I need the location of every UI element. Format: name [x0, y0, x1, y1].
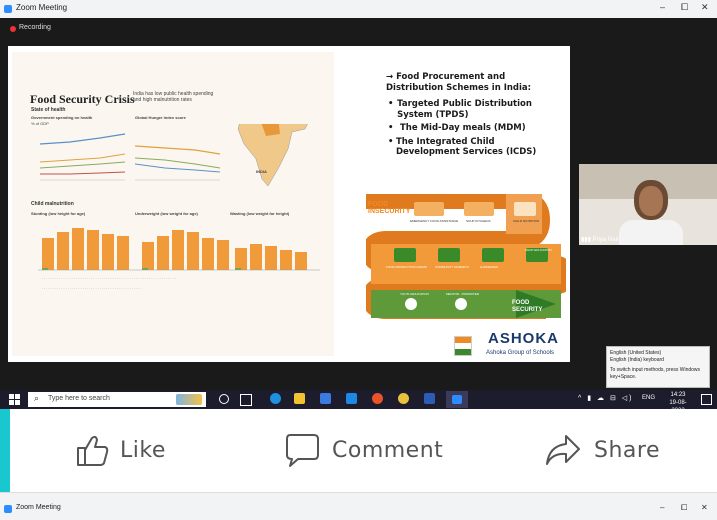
task-view-icon[interactable]	[240, 394, 252, 406]
file-explorer-icon[interactable]	[294, 393, 305, 404]
chrome-icon[interactable]	[398, 393, 409, 404]
comment-label: Comment	[332, 438, 444, 463]
minimize-button[interactable]: –	[660, 503, 664, 512]
window-title: Zoom Meeting	[16, 504, 61, 511]
emergency-food-label: EMERGENCY FOOD ASSISTANCE	[410, 219, 459, 223]
share-arrow-icon	[546, 435, 580, 465]
recording-icon	[10, 26, 16, 32]
food-insecurity-label: FOOD INSECURITY	[368, 201, 411, 215]
svg-text:· · · · · · · · · · · · · · ·: · · · · · · · · · · · · · · · · · · · · …	[42, 277, 176, 281]
zoom-title-bar: Zoom Meeting – ⧠ ✕	[0, 0, 717, 19]
soup-kitchens-label: SOUP KITCHENS	[466, 219, 491, 223]
thumbs-up-icon	[77, 435, 109, 466]
search-placeholder: Type here to search	[48, 395, 110, 402]
store-icon[interactable]	[320, 393, 331, 404]
underweight-label: Underweight (low weight for age)	[135, 211, 198, 216]
health-charts	[39, 124, 308, 187]
india-map	[237, 124, 308, 187]
zoom-app-icon	[4, 505, 12, 513]
gardening-label: GARDENING	[480, 265, 499, 269]
food-security-label: FOOD SECURITY	[512, 300, 543, 313]
signal-icon: ▮▮▮	[581, 237, 593, 243]
window-title: Zoom Meeting	[16, 3, 68, 12]
notifications-icon[interactable]	[701, 394, 712, 405]
stunting-bars	[42, 228, 129, 270]
close-button[interactable]: ✕	[701, 2, 709, 13]
mail-icon[interactable]	[346, 393, 357, 404]
scheme-list: • Targeted Public Distribution System (TP…	[388, 99, 556, 158]
system-tray-icons[interactable]: ^ ▮ ☁ ⊟ ◁)	[578, 394, 634, 402]
school-emblem-icon	[454, 336, 472, 356]
recording-label: Recording	[19, 24, 51, 31]
food-production-label: FOOD PRODUCTION FARMS	[386, 265, 427, 269]
search-highlight-icon	[176, 394, 202, 405]
chart1-title: Government spending on health	[31, 115, 93, 120]
infographic-subtitle: India has low public health spending and…	[133, 91, 214, 103]
infographic-title: Food Security Crisis	[30, 92, 135, 106]
share-button[interactable]: Share	[544, 432, 674, 468]
close-button[interactable]: ✕	[701, 503, 708, 512]
shop-education-label: SHOP EDUCATION	[525, 248, 552, 252]
left-accent-strip	[0, 409, 10, 492]
zoom-taskbar-icon	[452, 395, 462, 404]
community-markets-label: COMMUNITY MARKETS	[435, 265, 469, 269]
chart2-title: Global Hunger Index score	[135, 115, 186, 120]
maximize-button[interactable]: ⧠	[681, 503, 687, 513]
zoom-taskbar-button[interactable]	[446, 391, 468, 408]
firefox-icon[interactable]	[372, 393, 383, 404]
language-indicator[interactable]: ENG	[642, 395, 655, 401]
child-nutrition-label: CHILD NUTRITION	[513, 219, 540, 223]
cortana-icon[interactable]	[219, 394, 229, 404]
map-india-label: INDIA	[256, 169, 267, 174]
like-button[interactable]: Like	[74, 432, 174, 468]
schemes-heading: → Food Procurement and Distribution Sche…	[386, 72, 532, 93]
share-label: Share	[594, 438, 660, 463]
scheme-item: • Targeted Public Distribution System (TP…	[388, 99, 532, 120]
input-method-popup: English (United States) English (India) …	[606, 346, 710, 388]
search-icon: ⌕	[34, 393, 40, 403]
hunger-line-chart	[134, 145, 221, 181]
maximize-button[interactable]: ⧠	[681, 2, 688, 13]
comment-button[interactable]: Comment	[284, 432, 454, 468]
participant-video[interactable]	[579, 164, 717, 245]
zoom-app-icon	[4, 5, 12, 13]
taskbar-search[interactable]: ⌕ Type here to search	[28, 392, 206, 407]
participant-name: ▮▮▮ Priya Nair	[581, 237, 619, 243]
windows-start-icon[interactable]	[9, 394, 20, 405]
spending-line-chart	[39, 133, 126, 181]
svg-text:· · · · · · · · · · · · · · ·: · · · · · · · · · · · · · · · · · · · · …	[42, 287, 142, 291]
malnutrition-bar-charts: · · · · · · · · · · · · · · · · · · · · …	[38, 228, 320, 291]
child-malnutrition-label: Child malnutrition	[31, 201, 74, 207]
comment-bubble-icon	[286, 434, 319, 467]
word-icon[interactable]	[424, 393, 435, 404]
wasting-label: Wasting (low weight for height)	[230, 211, 290, 216]
stunting-label: Stunting (low height for age)	[31, 211, 86, 216]
edge-icon[interactable]	[270, 393, 281, 404]
like-label: Like	[120, 438, 166, 463]
scheme-item: • The Mid-Day meals (MDM)	[388, 123, 526, 133]
youth-education-label: YOUTH EDUCATION	[400, 292, 429, 296]
scheme-item: • The Integrated Child Development Servic…	[388, 136, 537, 158]
mentor-promoter-label: MENTOR - PROMOTER	[446, 292, 479, 296]
second-zoom-title-bar: Zoom Meeting – ⧠ ✕	[0, 492, 717, 520]
minimize-button[interactable]: –	[660, 2, 665, 12]
ashoka-logo: ASHOKA	[488, 330, 560, 347]
ashoka-subtitle: Ashoka Group of Schools	[486, 350, 555, 356]
wasting-bars	[235, 244, 307, 270]
state-of-health-label: State of health	[31, 107, 66, 113]
underweight-bars	[142, 230, 229, 270]
